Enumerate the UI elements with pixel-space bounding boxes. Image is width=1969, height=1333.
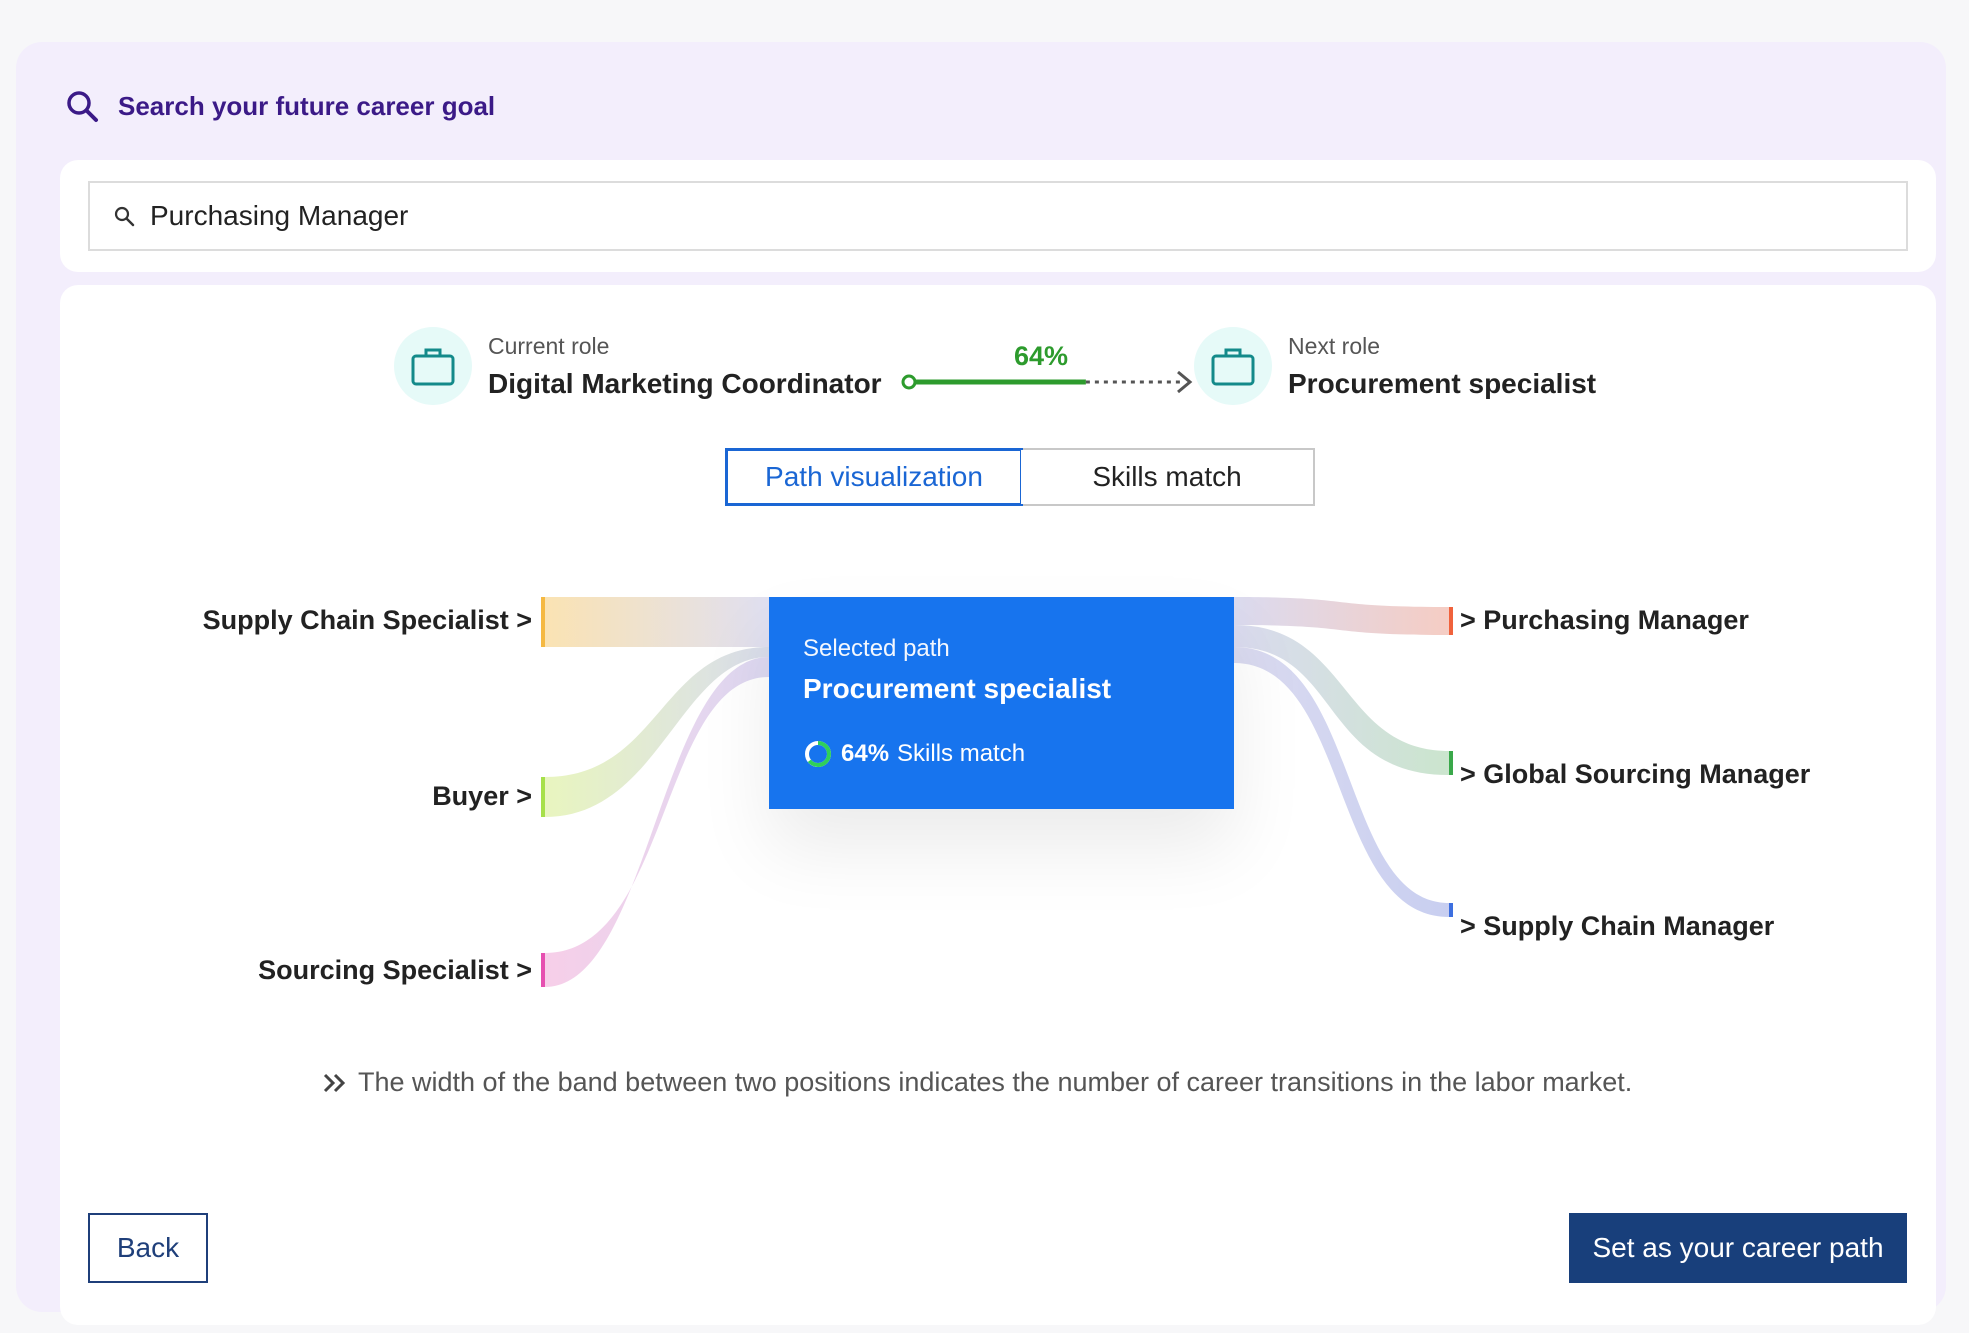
dest-purchasing-manager[interactable]: > Purchasing Manager <box>1460 605 1749 636</box>
search-input[interactable] <box>150 200 1850 232</box>
dest-marker-supply-chain-manager <box>1449 903 1453 917</box>
dest-global-sourcing-manager[interactable]: > Global Sourcing Manager <box>1460 759 1810 790</box>
flow-band-sourcing-specialist <box>545 657 769 987</box>
page-title: Search your future career goal <box>118 90 496 121</box>
source-marker-buyer <box>541 777 545 817</box>
back-button[interactable]: Back <box>88 1213 208 1283</box>
career-panel: Search your future career goal Current r… <box>16 42 1946 1325</box>
selected-path-caption: Selected path <box>803 635 950 662</box>
source-marker-supply-chain-specialist <box>541 597 545 647</box>
selected-path-card[interactable]: Selected path Procurement specialist 64%… <box>769 597 1234 809</box>
panel-header: Search your future career goal <box>64 86 495 126</box>
path-card: Current role Digital Marketing Coordinat… <box>60 285 1936 1325</box>
search-icon <box>67 91 98 122</box>
skills-match-percent: 64% <box>841 740 890 767</box>
legend-note-text: The width of the band between two positi… <box>358 1067 1633 1097</box>
search-icon <box>114 206 135 227</box>
skills-match-indicator: 64% Skills match <box>803 739 1025 769</box>
skills-match-label: Skills match <box>897 740 1026 767</box>
dest-marker-global-sourcing-manager <box>1449 751 1453 775</box>
source-marker-sourcing-specialist <box>541 953 545 987</box>
legend-note: The width of the band between two positi… <box>322 1067 1632 1098</box>
flow-band-global-sourcing-manager <box>1234 625 1449 775</box>
flow-band-supply-chain-specialist <box>545 597 769 647</box>
progress-ring-icon <box>805 741 831 767</box>
search-card <box>60 160 1936 272</box>
double-chevron-right-icon <box>323 1073 346 1092</box>
selected-path-title: Procurement specialist <box>803 673 1112 704</box>
search-field[interactable] <box>88 181 1908 251</box>
dest-marker-purchasing-manager <box>1449 607 1453 635</box>
source-sourcing-specialist[interactable]: Sourcing Specialist > <box>258 955 532 986</box>
set-career-path-button[interactable]: Set as your career path <box>1569 1213 1907 1283</box>
source-buyer[interactable]: Buyer > <box>432 781 532 812</box>
source-supply-chain-specialist[interactable]: Supply Chain Specialist > <box>203 605 532 636</box>
dest-supply-chain-manager[interactable]: > Supply Chain Manager <box>1460 911 1774 942</box>
